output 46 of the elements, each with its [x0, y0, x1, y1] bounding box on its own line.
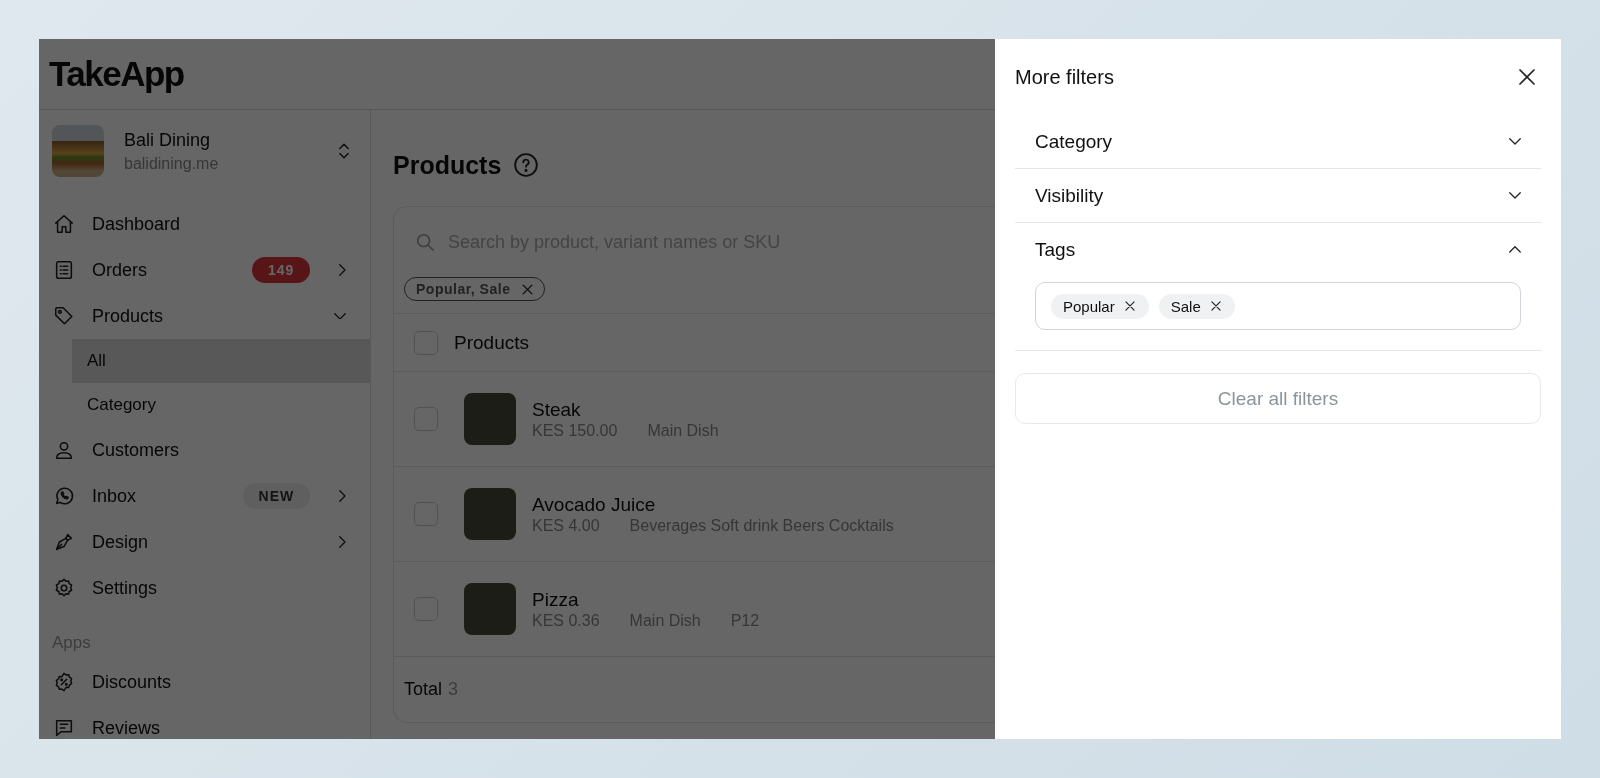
photo-placeholder: [52, 125, 104, 177]
house-icon: [53, 213, 75, 235]
total-label: Total: [404, 679, 443, 699]
percent-badge-icon: [53, 671, 75, 693]
sidebar-subitem[interactable]: Category: [72, 383, 370, 427]
sidebar-item[interactable]: Settings: [39, 565, 370, 611]
column-header: Products: [454, 331, 529, 354]
sidebar-item[interactable]: Discounts: [39, 659, 370, 705]
sidebar-item[interactable]: Reviews: [39, 705, 370, 739]
photo-placeholder: [464, 393, 516, 445]
page-title: Products: [393, 150, 502, 180]
tag-input-field[interactable]: Popular Sale: [1035, 282, 1521, 330]
product-name[interactable]: Avocado Juice: [532, 493, 894, 516]
count-badge: 149: [251, 257, 311, 283]
sidebar-item[interactable]: Orders 149: [39, 247, 370, 293]
tag-icon: [53, 305, 75, 327]
product-name[interactable]: Steak: [532, 398, 719, 421]
accordion-header[interactable]: Category: [1015, 115, 1541, 168]
search-icon: [414, 231, 436, 253]
settings-icon: [53, 577, 75, 599]
store-name: Bali Dining: [124, 129, 212, 151]
pen-nib-icon: [53, 531, 75, 553]
clear-filters-button[interactable]: Clear all filters: [1015, 373, 1541, 424]
list-icon: [53, 259, 75, 281]
sidebar-item[interactable]: Dashboard: [39, 201, 370, 247]
sidebar-subitem[interactable]: All: [72, 339, 370, 383]
product-name[interactable]: Pizza: [532, 588, 760, 611]
sidebar-item[interactable]: Products: [39, 293, 370, 339]
new-badge: NEW: [242, 483, 311, 509]
accordion-header[interactable]: Visibility: [1015, 169, 1541, 222]
close-icon[interactable]: [1122, 299, 1137, 313]
app-logo[interactable]: TakeApp: [49, 54, 184, 94]
accordion-header[interactable]: Tags: [1015, 223, 1541, 276]
photo-placeholder: [464, 583, 516, 635]
sidebar-item[interactable]: Inbox NEW: [39, 473, 370, 519]
sidebar-item[interactable]: Customers: [39, 427, 370, 473]
sidebar-item[interactable]: Design: [39, 519, 370, 565]
close-icon[interactable]: [1208, 299, 1223, 313]
help-icon[interactable]: [513, 152, 540, 178]
chat-bubble-icon: [53, 485, 75, 507]
tag-chip[interactable]: Sale: [1158, 293, 1235, 319]
drawer-title: More filters: [1015, 65, 1114, 89]
tag-chip[interactable]: Popular: [1051, 293, 1149, 319]
person-icon: [53, 439, 75, 461]
message-icon: [53, 717, 75, 739]
photo-placeholder: [464, 488, 516, 540]
